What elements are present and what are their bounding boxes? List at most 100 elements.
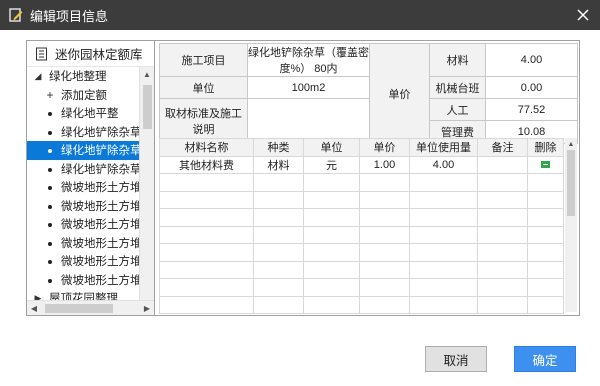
table-row[interactable]: [159, 260, 564, 279]
grid-cell[interactable]: [409, 278, 478, 297]
grid-cell[interactable]: [359, 208, 410, 227]
tree-item[interactable]: 微坡地形土方堆置（: [27, 197, 139, 216]
table-row[interactable]: 其他材料费 材料元 1.00 4.00: [159, 155, 564, 174]
grid-cell[interactable]: [409, 190, 478, 209]
grid-cell[interactable]: [159, 260, 254, 279]
grid-cell[interactable]: [527, 190, 564, 209]
grid-cell[interactable]: [159, 208, 254, 227]
table-row[interactable]: [159, 225, 564, 244]
grid-cell[interactable]: [253, 260, 304, 279]
grid-cell[interactable]: [527, 155, 564, 174]
grid-cell[interactable]: [303, 208, 360, 227]
grid-cell[interactable]: [477, 278, 528, 297]
grid-cell[interactable]: 1.00: [359, 155, 410, 174]
grid-cell[interactable]: [527, 260, 564, 279]
grid-cell[interactable]: [159, 225, 254, 244]
grid-column-header[interactable]: 材料名称: [159, 138, 254, 157]
tree-item[interactable]: 绿化地铲除杂草（覆: [27, 123, 139, 142]
grid-cell[interactable]: [527, 173, 564, 192]
grid-cell[interactable]: [477, 243, 528, 262]
grid-cell[interactable]: [303, 225, 360, 244]
grid-cell[interactable]: [409, 295, 478, 314]
grid-cell[interactable]: [253, 295, 304, 314]
grid-column-header[interactable]: 单价: [359, 138, 410, 157]
grid-cell[interactable]: [253, 173, 304, 192]
grid-column-header[interactable]: 单位使用量: [409, 138, 478, 157]
tree-item[interactable]: 绿化地铲除杂草（覆: [27, 141, 139, 160]
grid-cell[interactable]: [303, 295, 360, 314]
project-value[interactable]: 绿化地铲除杂草（覆盖密度%） 80内: [247, 43, 370, 77]
grid-cell[interactable]: [303, 190, 360, 209]
method-value[interactable]: [247, 98, 370, 144]
grid-cell[interactable]: [527, 208, 564, 227]
scroll-left-icon[interactable]: ◀: [27, 301, 41, 315]
table-row[interactable]: [159, 208, 564, 227]
grid-cell[interactable]: [359, 173, 410, 192]
grid-cell[interactable]: [359, 190, 410, 209]
delete-icon[interactable]: [541, 161, 550, 169]
grid-cell[interactable]: [527, 295, 564, 314]
table-row[interactable]: [159, 173, 564, 192]
grid-cell[interactable]: [477, 190, 528, 209]
grid-cell[interactable]: 其他材料费: [159, 155, 254, 174]
tree-item[interactable]: 微坡地形土方堆置（: [27, 252, 139, 271]
grid-cell[interactable]: [359, 278, 410, 297]
unit-value[interactable]: 100m2: [247, 76, 370, 99]
table-row[interactable]: [159, 278, 564, 297]
grid-vertical-scrollbar[interactable]: ▲: [565, 138, 577, 312]
grid-cell[interactable]: 材料: [253, 155, 304, 174]
tree-item[interactable]: 微坡地形土方堆置（: [27, 234, 139, 253]
table-row[interactable]: [159, 190, 564, 209]
grid-vertical-scroll-thumb[interactable]: [567, 150, 575, 216]
tree-item[interactable]: ◢ 绿化地整理: [27, 67, 139, 86]
grid-cell[interactable]: [409, 225, 478, 244]
grid-column-header[interactable]: 备注: [477, 138, 528, 157]
grid-cell[interactable]: [253, 278, 304, 297]
grid-cell[interactable]: [477, 208, 528, 227]
collapse-arrow-icon[interactable]: ◢: [33, 71, 43, 82]
grid-cell[interactable]: [303, 278, 360, 297]
tree-item[interactable]: 微坡地形土方堆置（: [27, 215, 139, 234]
grid-cell[interactable]: [303, 260, 360, 279]
grid-cell[interactable]: [527, 225, 564, 244]
grid-cell[interactable]: [477, 295, 528, 314]
grid-cell[interactable]: [159, 295, 254, 314]
grid-cell[interactable]: [303, 173, 360, 192]
grid-cell[interactable]: [409, 260, 478, 279]
grid-cell[interactable]: [359, 243, 410, 262]
grid-cell[interactable]: [253, 208, 304, 227]
ok-button[interactable]: 确定: [514, 346, 576, 372]
tree-item[interactable]: 绿化地平整: [27, 104, 139, 123]
grid-cell[interactable]: [253, 190, 304, 209]
grid-cell[interactable]: [477, 155, 528, 174]
table-row[interactable]: [159, 295, 564, 314]
grid-cell[interactable]: [159, 243, 254, 262]
grid-cell[interactable]: [477, 225, 528, 244]
grid-cell[interactable]: [409, 173, 478, 192]
grid-cell[interactable]: [359, 260, 410, 279]
grid-cell[interactable]: [527, 278, 564, 297]
grid-cell[interactable]: [253, 225, 304, 244]
grid-cell[interactable]: [359, 295, 410, 314]
grid-cell[interactable]: [159, 190, 254, 209]
grid-cell[interactable]: [477, 260, 528, 279]
tree-vertical-scrollbar[interactable]: ▲: [139, 67, 154, 300]
scroll-up-icon[interactable]: ▲: [140, 67, 154, 81]
grid-cell[interactable]: [477, 173, 528, 192]
scroll-right-icon[interactable]: ▶: [140, 301, 154, 315]
grid-column-header[interactable]: 删除: [527, 138, 564, 157]
tree-item[interactable]: 微坡地形土方堆置（: [27, 271, 139, 290]
grid-cell[interactable]: [409, 243, 478, 262]
grid-column-header[interactable]: 单位: [303, 138, 360, 157]
grid-column-header[interactable]: 种类: [253, 138, 304, 157]
tree-horizontal-scroll-thumb[interactable]: [45, 304, 113, 313]
close-button[interactable]: [574, 6, 592, 24]
grid-cell[interactable]: [253, 243, 304, 262]
tree-item[interactable]: 绿化地铲除杂草（覆: [27, 160, 139, 179]
tree-item[interactable]: 微坡地形土方堆置（: [27, 178, 139, 197]
tree-vertical-scroll-thumb[interactable]: [143, 85, 152, 129]
grid-cell[interactable]: [527, 243, 564, 262]
grid-scroll-up-icon[interactable]: ▲: [565, 138, 577, 150]
tree-horizontal-scrollbar[interactable]: ◀ ▶: [27, 300, 154, 315]
grid-cell[interactable]: [303, 243, 360, 262]
